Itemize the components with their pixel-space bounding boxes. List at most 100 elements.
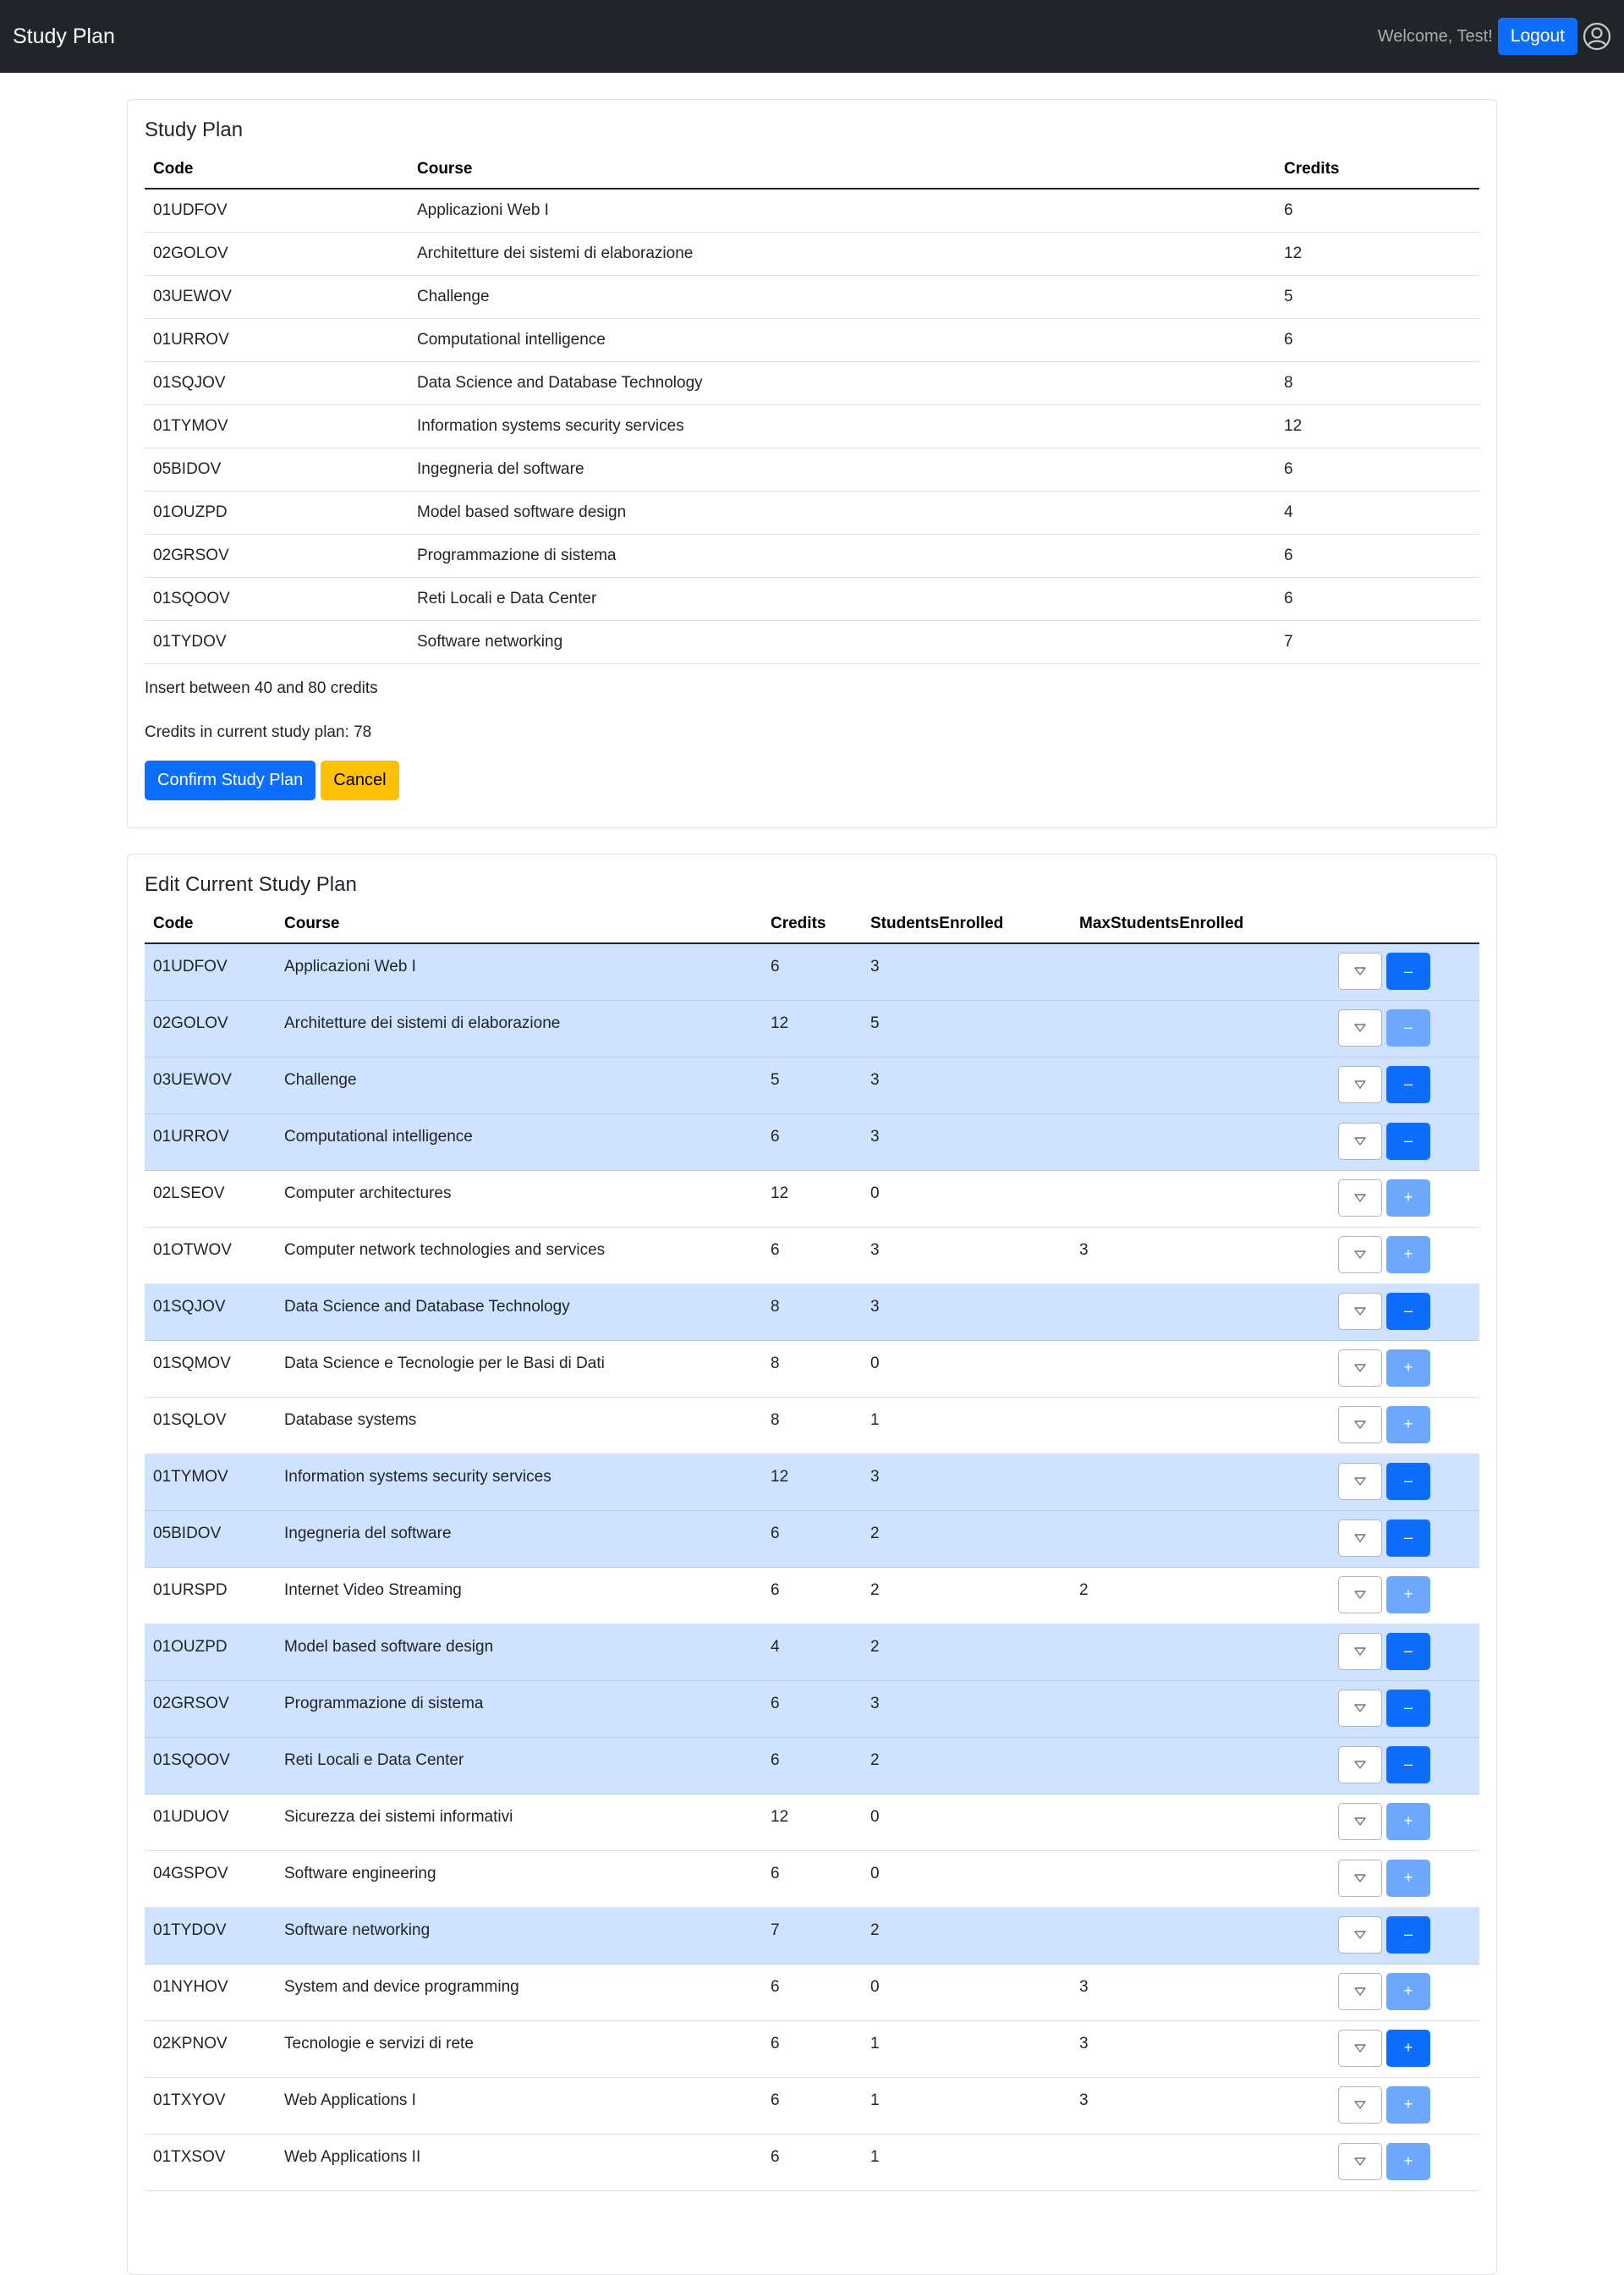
plan-cell-code: 01TYDOV — [145, 620, 409, 664]
triangle-down-icon — [1354, 1363, 1366, 1372]
expand-button[interactable] — [1338, 1179, 1382, 1217]
person-circle-icon[interactable] — [1583, 22, 1611, 51]
column-header-course: Course — [409, 151, 1276, 190]
course-cell-credits: 6 — [762, 1964, 862, 2021]
plan-row: 01TYDOV Software networking 7 — [145, 620, 1479, 664]
add-course-button[interactable]: + — [1386, 1349, 1430, 1387]
add-course-button[interactable]: + — [1386, 1802, 1430, 1840]
course-cell-credits: 12 — [762, 1000, 862, 1058]
remove-course-button[interactable]: – — [1386, 1745, 1430, 1783]
expand-button[interactable] — [1338, 2142, 1382, 2180]
cancel-button[interactable]: Cancel — [321, 761, 399, 800]
course-actions: – — [1325, 943, 1479, 1001]
course-cell-credits: 6 — [762, 1510, 862, 1568]
course-cell-code: 01OTWOV — [145, 1227, 276, 1284]
expand-button[interactable] — [1338, 1405, 1382, 1443]
remove-course-button[interactable]: – — [1386, 1008, 1430, 1047]
logout-button[interactable]: Logout — [1497, 18, 1577, 55]
add-course-button[interactable]: + — [1386, 1179, 1430, 1217]
remove-course-button[interactable]: – — [1386, 1462, 1430, 1500]
course-cell-max — [1071, 1000, 1325, 1058]
expand-button[interactable] — [1338, 1859, 1382, 1897]
course-actions: – — [1325, 1680, 1479, 1738]
course-cell-credits: 6 — [762, 1850, 862, 1908]
course-cell-credits: 6 — [762, 1680, 862, 1738]
course-cell-code: 04GSPOV — [145, 1850, 276, 1908]
expand-button[interactable] — [1338, 1689, 1382, 1727]
remove-course-button[interactable]: – — [1386, 1122, 1430, 1160]
add-course-button[interactable]: + — [1386, 2142, 1430, 2180]
remove-course-button[interactable]: – — [1386, 1915, 1430, 1954]
remove-course-button[interactable]: – — [1386, 1065, 1430, 1103]
remove-course-button[interactable]: – — [1386, 1689, 1430, 1727]
triangle-down-icon — [1354, 1533, 1366, 1542]
remove-course-button[interactable]: – — [1386, 1519, 1430, 1557]
expand-button[interactable] — [1338, 2029, 1382, 2067]
add-course-button[interactable]: + — [1386, 2085, 1430, 2124]
course-row: 02KPNOV Tecnologie e servizi di rete 6 1 3 + — [145, 2020, 1479, 2078]
triangle-down-icon — [1354, 1250, 1366, 1259]
course-cell-course: Programmazione di sistema — [276, 1680, 762, 1738]
add-course-button[interactable]: + — [1386, 1235, 1430, 1273]
expand-button[interactable] — [1338, 1122, 1382, 1160]
credit-range-text: Insert between 40 and 80 credits — [145, 679, 378, 697]
course-cell-enrolled: 3 — [862, 1057, 1071, 1114]
remove-course-button[interactable]: – — [1386, 1632, 1430, 1670]
course-cell-code: 01URROV — [145, 1113, 276, 1171]
column-header-code: Code — [145, 905, 276, 944]
course-row: 01SQOOV Reti Locali e Data Center 6 2 – — [145, 1737, 1479, 1794]
edit-plan-card: Edit Current Study Plan Code Course Cred… — [127, 854, 1497, 2275]
course-cell-credits: 6 — [762, 1113, 862, 1171]
remove-course-button[interactable]: – — [1386, 1292, 1430, 1330]
expand-button[interactable] — [1338, 1632, 1382, 1670]
course-cell-max — [1071, 1057, 1325, 1114]
course-cell-max — [1071, 1794, 1325, 1851]
confirm-study-plan-button[interactable]: Confirm Study Plan — [145, 761, 316, 800]
expand-button[interactable] — [1338, 1802, 1382, 1840]
plan-row: 01OUZPD Model based software design 4 — [145, 491, 1479, 535]
expand-button[interactable] — [1338, 1065, 1382, 1103]
course-cell-course: Web Applications I — [276, 2077, 762, 2135]
add-course-button[interactable]: + — [1386, 1972, 1430, 2010]
column-header-students-enrolled: StudentsEnrolled — [862, 905, 1071, 944]
plan-row: 01TYMOV Information systems security serv… — [145, 404, 1479, 448]
course-row: 01TXYOV Web Applications I 6 1 3 + — [145, 2077, 1479, 2135]
add-course-button[interactable]: + — [1386, 1405, 1430, 1443]
course-actions: – — [1325, 1510, 1479, 1568]
expand-button[interactable] — [1338, 1915, 1382, 1954]
add-course-button[interactable]: + — [1386, 1575, 1430, 1613]
triangle-down-icon — [1354, 1193, 1366, 1202]
triangle-down-icon — [1354, 1646, 1366, 1656]
expand-button[interactable] — [1338, 1235, 1382, 1273]
expand-button[interactable] — [1338, 1745, 1382, 1783]
plan-row: 01SQJOV Data Science and Database Technol… — [145, 361, 1479, 405]
course-cell-credits: 6 — [762, 1567, 862, 1624]
expand-button[interactable] — [1338, 1575, 1382, 1613]
plan-cell-code: 05BIDOV — [145, 448, 409, 492]
remove-course-button[interactable]: – — [1386, 953, 1430, 990]
navbar-brand[interactable]: Study Plan — [13, 25, 115, 49]
expand-button[interactable] — [1338, 1972, 1382, 2010]
course-cell-enrolled: 2 — [862, 1907, 1071, 1965]
expand-button[interactable] — [1338, 2085, 1382, 2124]
course-cell-course: Software networking — [276, 1907, 762, 1965]
triangle-down-icon — [1354, 1590, 1366, 1599]
course-cell-credits: 6 — [762, 1227, 862, 1284]
course-actions: + — [1325, 1794, 1479, 1851]
expand-button[interactable] — [1338, 1292, 1382, 1330]
add-course-button[interactable]: + — [1386, 2029, 1430, 2067]
course-row: 01SQJOV Data Science and Database Technol… — [145, 1283, 1479, 1341]
course-cell-course: Ingegneria del software — [276, 1510, 762, 1568]
add-course-button[interactable]: + — [1386, 1859, 1430, 1897]
expand-button[interactable] — [1338, 953, 1382, 990]
course-cell-code: 01SQOOV — [145, 1737, 276, 1794]
course-cell-credits: 7 — [762, 1907, 862, 1965]
course-cell-max — [1071, 1170, 1325, 1228]
course-cell-course: Challenge — [276, 1057, 762, 1114]
course-actions: + — [1325, 2134, 1479, 2191]
expand-button[interactable] — [1338, 1008, 1382, 1047]
expand-button[interactable] — [1338, 1462, 1382, 1500]
course-cell-credits: 8 — [762, 1397, 862, 1454]
expand-button[interactable] — [1338, 1349, 1382, 1387]
expand-button[interactable] — [1338, 1519, 1382, 1557]
